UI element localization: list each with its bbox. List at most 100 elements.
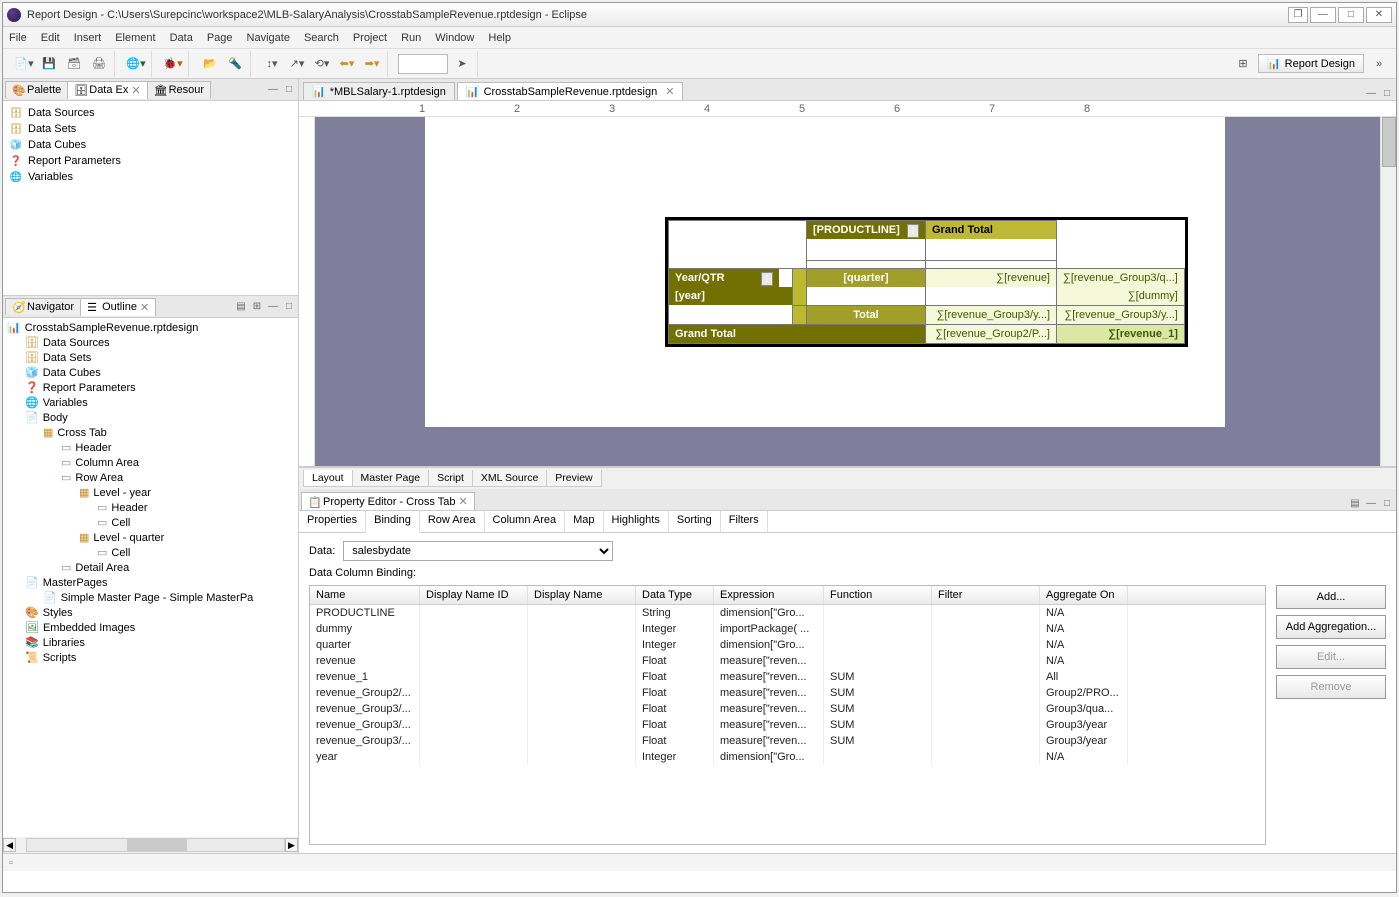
outline-header[interactable]: ▭Header [7, 440, 294, 455]
outline-row-area[interactable]: ▭Row Area [7, 470, 294, 485]
data-select[interactable]: salesbydate [343, 541, 613, 561]
tab-master-page[interactable]: Master Page [352, 470, 430, 487]
maximize-panel-button[interactable]: □ [282, 83, 296, 97]
remove-button[interactable]: Remove [1276, 675, 1386, 699]
binding-table[interactable]: Name Display Name ID Display Name Data T… [309, 585, 1266, 845]
handle-icon[interactable]: ⋮ [907, 224, 919, 238]
col-display-name[interactable]: Display Name [528, 586, 636, 604]
menu-project[interactable]: Project [353, 32, 387, 44]
outline-root[interactable]: 📊CrosstabSampleRevenue.rptdesign [7, 320, 294, 335]
outline-detail-area[interactable]: ▭Detail Area [7, 560, 294, 575]
scroll-left-button[interactable]: ◀ [3, 838, 16, 852]
scroll-right-button[interactable]: ▶ [285, 838, 298, 852]
tab-outline[interactable]: ☰ Outline ✕ [80, 298, 156, 316]
close-button[interactable]: ✕ [1366, 7, 1392, 23]
subtab-properties[interactable]: Properties [299, 511, 366, 532]
col-filter[interactable]: Filter [932, 586, 1040, 604]
menu-run[interactable]: Run [401, 32, 421, 44]
crosstab-widget[interactable]: [PRODUCTLINE]⋮ Grand Total Year/QTR⋮ [ye… [665, 217, 1188, 347]
outline-level-year-header[interactable]: ▭Header [7, 500, 294, 515]
outline-data-sources[interactable]: 🗄Data Sources [7, 335, 294, 350]
outline-masterpages[interactable]: 📄MasterPages [7, 575, 294, 590]
close-icon[interactable]: ✕ [131, 84, 140, 97]
revenue-g3y-b-cell[interactable]: ∑[revenue_Group3/y...] [1057, 306, 1184, 324]
data-cubes-item[interactable]: 🧊Data Cubes [9, 137, 292, 153]
back-button[interactable]: ⬅▾ [336, 53, 358, 75]
menu-navigate[interactable]: Navigate [247, 32, 290, 44]
open-perspective-button[interactable]: ⊞ [1232, 53, 1254, 75]
dummy-cell[interactable]: ∑[dummy] [1057, 287, 1184, 305]
outline-crosstab[interactable]: ▦Cross Tab [7, 425, 294, 440]
maximize-panel-button[interactable]: □ [282, 300, 296, 314]
menu-insert[interactable]: Insert [74, 32, 102, 44]
grandtotal-row-cell[interactable]: Grand Total [669, 325, 925, 343]
menu-file[interactable]: File [9, 32, 27, 44]
new-dropdown-button[interactable]: 📄▾ [13, 53, 35, 75]
outline-report-parameters[interactable]: ❓Report Parameters [7, 380, 294, 395]
minimize-panel-button[interactable]: — [266, 83, 280, 97]
maximize-button[interactable]: □ [1338, 7, 1364, 23]
productline-cell[interactable]: [PRODUCTLINE] [813, 224, 900, 236]
menu-help[interactable]: Help [488, 32, 511, 44]
revenue-g3q-cell[interactable]: ∑[revenue_Group3/q...] [1057, 269, 1184, 287]
col-function[interactable]: Function [824, 586, 932, 604]
menu-edit[interactable]: Edit [41, 32, 60, 44]
outline-toolbar-2[interactable]: ⊞ [250, 300, 264, 314]
view-report-button[interactable]: 🌐▾ [125, 53, 147, 75]
quarter-cell[interactable]: [quarter] [807, 269, 925, 287]
table-row[interactable]: dummyIntegerimportPackage( ...N/A [310, 621, 1265, 637]
tab-preview[interactable]: Preview [546, 470, 601, 487]
cursor-button[interactable]: ➤ [451, 53, 473, 75]
close-icon[interactable]: ✕ [458, 495, 467, 508]
table-row[interactable]: revenueFloatmeasure["reven...N/A [310, 653, 1265, 669]
handle-icon[interactable]: ⋮ [761, 272, 773, 286]
col-expression[interactable]: Expression [714, 586, 824, 604]
outline-data-sets[interactable]: 🗄Data Sets [7, 350, 294, 365]
add-button[interactable]: Add... [1276, 585, 1386, 609]
subtab-sorting[interactable]: Sorting [669, 511, 721, 532]
col-data-type[interactable]: Data Type [636, 586, 714, 604]
print-button[interactable]: 🖨 [88, 53, 110, 75]
table-row[interactable]: revenue_Group3/...Floatmeasure["reven...… [310, 717, 1265, 733]
tab-script[interactable]: Script [428, 470, 473, 487]
subtab-binding[interactable]: Binding [366, 511, 420, 533]
debug-button[interactable]: 🐞▾ [162, 53, 184, 75]
prop-toolbar-1[interactable]: ▤ [1348, 496, 1362, 510]
editor-tab-mblsalary[interactable]: 📊 *MBLSalary-1.rptdesign [303, 82, 455, 100]
table-row[interactable]: PRODUCTLINEStringdimension["Gro...N/A [310, 605, 1265, 621]
outline-simple-master[interactable]: 📄Simple Master Page - Simple MasterPa [7, 590, 294, 605]
editor-tab-crosstabsample[interactable]: 📊 CrosstabSampleRevenue.rptdesign ✕ [457, 82, 684, 100]
menu-element[interactable]: Element [115, 32, 155, 44]
nav-button-2[interactable]: ↗▾ [286, 53, 308, 75]
perspective-more[interactable]: » [1368, 53, 1390, 75]
menu-page[interactable]: Page [207, 32, 233, 44]
outline-scripts[interactable]: 📜Scripts [7, 650, 294, 665]
outline-level-year-cell[interactable]: ▭Cell [7, 515, 294, 530]
subtab-filters[interactable]: Filters [721, 511, 768, 532]
outline-embedded-images[interactable]: 🖼Embedded Images [7, 620, 294, 635]
outline-toolbar-1[interactable]: ▤ [234, 300, 248, 314]
scrollbar-horizontal[interactable] [26, 838, 285, 852]
total-cell[interactable]: Total [807, 306, 925, 324]
tab-resource[interactable]: 🏛 Resour [147, 81, 211, 98]
outline-level-quarter[interactable]: ▦Level - quarter [7, 530, 294, 545]
revenue-g3y-a-cell[interactable]: ∑[revenue_Group3/y...] [926, 306, 1056, 324]
tab-palette[interactable]: 🎨 Palette [5, 81, 68, 98]
tab-property-editor[interactable]: 📋 Property Editor - Cross Tab ✕ [301, 492, 475, 510]
outline-data-cubes[interactable]: 🧊Data Cubes [7, 365, 294, 380]
scrollbar-vertical[interactable] [1380, 117, 1396, 466]
close-icon[interactable]: ✕ [665, 85, 674, 98]
table-row[interactable]: revenue_Group3/...Floatmeasure["reven...… [310, 733, 1265, 749]
subtab-column-area[interactable]: Column Area [485, 511, 566, 532]
data-sets-item[interactable]: 🗄Data Sets [9, 121, 292, 137]
nav-button-1[interactable]: ↕▾ [261, 53, 283, 75]
table-row[interactable]: quarterIntegerdimension["Gro...N/A [310, 637, 1265, 653]
save-all-button[interactable]: 🗃 [63, 53, 85, 75]
revenue-g2p-cell[interactable]: ∑[revenue_Group2/P...] [926, 325, 1056, 343]
outline-column-area[interactable]: ▭Column Area [7, 455, 294, 470]
outline-variables[interactable]: 🌐Variables [7, 395, 294, 410]
variables-item[interactable]: 🌐Variables [9, 169, 292, 185]
table-row[interactable]: revenue_1Floatmeasure["reven...SUMAll [310, 669, 1265, 685]
tab-xml-source[interactable]: XML Source [472, 470, 547, 487]
outline-libraries[interactable]: 📚Libraries [7, 635, 294, 650]
